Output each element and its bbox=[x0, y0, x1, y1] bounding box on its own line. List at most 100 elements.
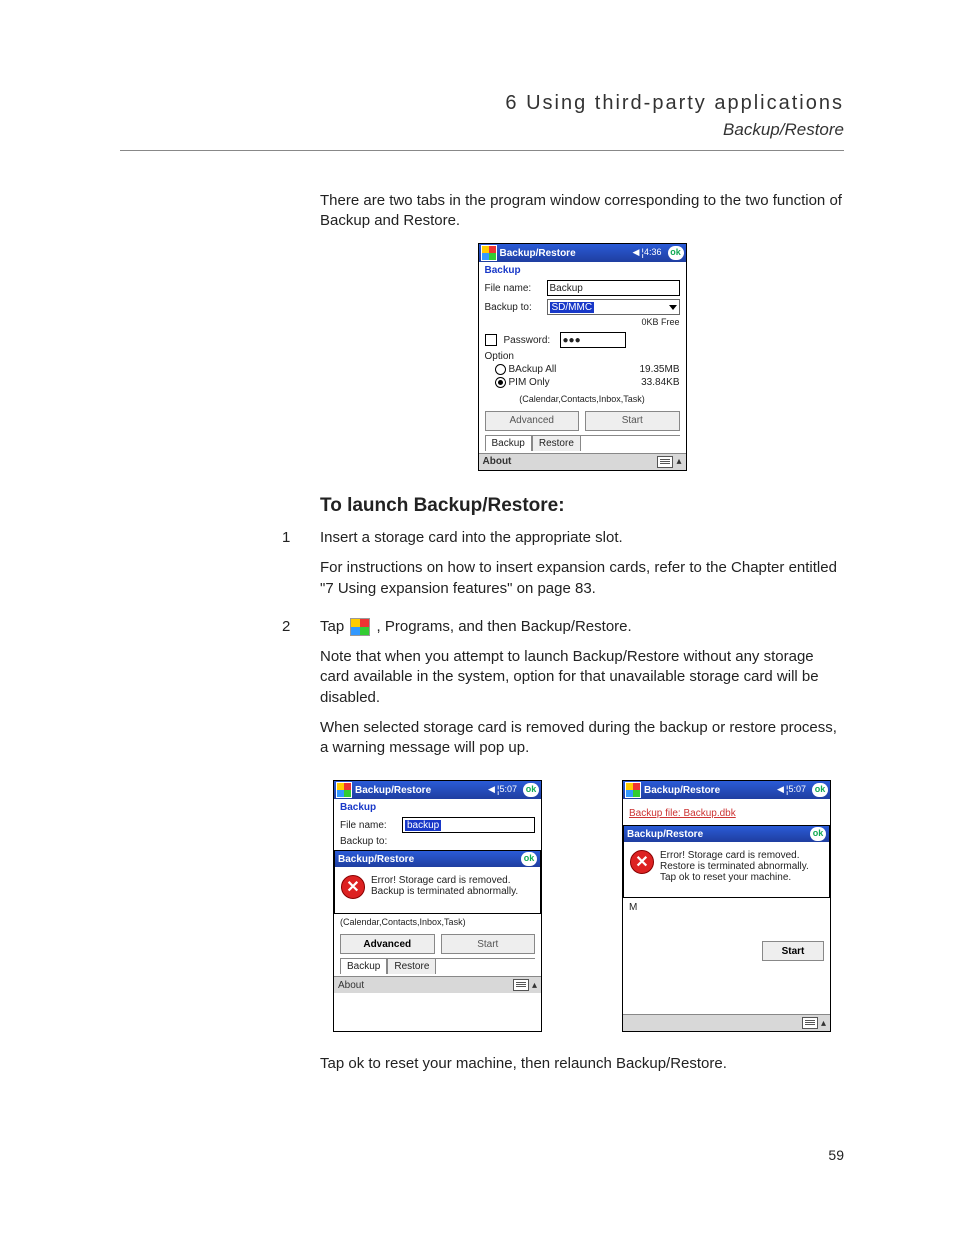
option-backup-all: BAckup All 19.35MB bbox=[495, 364, 680, 375]
header-rule bbox=[120, 150, 844, 151]
advanced-button[interactable]: Advanced bbox=[485, 411, 580, 431]
dialog-ok-button[interactable]: ok bbox=[521, 852, 537, 866]
app-title: Backup/Restore bbox=[355, 785, 431, 796]
section-title: Backup/Restore bbox=[120, 119, 844, 142]
filename-input[interactable]: backup bbox=[402, 817, 535, 833]
button-row: Start bbox=[629, 941, 824, 961]
clock: 4:36 bbox=[644, 248, 662, 258]
window-body: Backup File name: backup Backup to: Back… bbox=[334, 799, 541, 976]
step-2b: Note that when you attempt to launch Bac… bbox=[320, 647, 844, 708]
backupto-row: Backup to: bbox=[340, 836, 535, 847]
signal-icon bbox=[786, 785, 787, 796]
backupto-combo[interactable]: SD/MMC bbox=[547, 299, 680, 315]
backupto-label: Backup to: bbox=[340, 836, 398, 847]
ok-button[interactable]: ok bbox=[812, 783, 828, 797]
figure-1-wrap: Backup/Restore 4:36 ok Backup File name:… bbox=[320, 243, 844, 470]
backupto-row: Backup to: SD/MMC bbox=[485, 299, 680, 315]
app-title: Backup/Restore bbox=[644, 785, 720, 796]
step-1: 1 Insert a storage card into the appropr… bbox=[320, 528, 844, 609]
filename-input[interactable]: Backup bbox=[547, 280, 680, 296]
tab-strip: Backup Restore bbox=[485, 435, 680, 451]
status-area: 5:07 bbox=[488, 785, 517, 796]
footer-bar: About bbox=[334, 976, 541, 993]
radio-backup-all[interactable] bbox=[495, 364, 506, 375]
dialog-title: Backup/Restore bbox=[627, 829, 703, 840]
pim-only-size: 33.84KB bbox=[641, 377, 679, 388]
titlebar: Backup/Restore 4:36 ok bbox=[479, 244, 686, 262]
signal-icon bbox=[497, 785, 498, 796]
filename-row: File name: backup bbox=[340, 817, 535, 833]
filename-row: File name: Backup bbox=[485, 280, 680, 296]
filename-label: File name: bbox=[340, 820, 398, 831]
button-row: Advanced Start bbox=[485, 411, 680, 431]
footer-icons bbox=[657, 456, 681, 468]
password-row: Password: ●●● bbox=[485, 332, 680, 348]
up-arrow-icon[interactable] bbox=[532, 980, 537, 991]
page-header: 6 Using third-party applications Backup/… bbox=[120, 90, 844, 142]
up-arrow-icon[interactable] bbox=[821, 1018, 826, 1029]
windows-icon bbox=[336, 782, 352, 798]
error-icon: ✕ bbox=[630, 850, 654, 874]
windows-icon bbox=[625, 782, 641, 798]
speaker-icon bbox=[632, 248, 639, 258]
password-checkbox[interactable] bbox=[485, 334, 497, 346]
advanced-button[interactable]: Advanced bbox=[340, 934, 435, 954]
backupto-label: Backup to: bbox=[485, 302, 543, 313]
error-dialog: Backup/Restore ok ✕ Error! Storage card … bbox=[334, 850, 541, 914]
up-arrow-icon[interactable] bbox=[676, 456, 681, 467]
start-button[interactable]: Start bbox=[762, 941, 824, 961]
footer-icons bbox=[802, 1017, 826, 1029]
page: 6 Using third-party applications Backup/… bbox=[0, 0, 954, 1235]
tab-restore[interactable]: Restore bbox=[532, 435, 581, 451]
option-label: Option bbox=[485, 351, 680, 362]
windows-icon bbox=[481, 245, 497, 261]
step-2a: Tap , Programs, and then Backup/Restore. bbox=[320, 617, 844, 637]
status-area: 4:36 bbox=[632, 248, 661, 259]
dialog-ok-button[interactable]: ok bbox=[810, 827, 826, 841]
status-area: 5:07 bbox=[777, 785, 806, 796]
step-1b: For instructions on how to insert expans… bbox=[320, 558, 844, 599]
ok-button[interactable]: ok bbox=[668, 246, 684, 260]
page-number: 59 bbox=[828, 1146, 844, 1165]
password-input[interactable]: ●●● bbox=[560, 332, 626, 348]
body-column: There are two tabs in the program window… bbox=[320, 191, 844, 1075]
start-button[interactable]: Start bbox=[585, 411, 680, 431]
step-1a: Insert a storage card into the appropria… bbox=[320, 528, 844, 548]
figure-1: Backup/Restore 4:36 ok Backup File name:… bbox=[478, 243, 687, 470]
footer-about[interactable]: About bbox=[338, 980, 364, 991]
section-label: Backup bbox=[485, 265, 680, 276]
dialog-body: ✕ Error! Storage card is removed. Backup… bbox=[335, 867, 540, 913]
radio-pim-only[interactable] bbox=[495, 377, 506, 388]
tab-backup[interactable]: Backup bbox=[485, 435, 532, 451]
dialog-titlebar: Backup/Restore ok bbox=[335, 851, 540, 867]
start-button[interactable]: Start bbox=[441, 934, 536, 954]
clock: 5:07 bbox=[499, 785, 517, 795]
side-char: M bbox=[629, 902, 824, 913]
backup-file-line: Backup file: Backup.dbk bbox=[629, 808, 824, 819]
chevron-down-icon bbox=[669, 305, 677, 310]
keyboard-icon[interactable] bbox=[513, 979, 529, 991]
step-2: 2 Tap , Programs, and then Backup/Restor… bbox=[320, 617, 844, 769]
password-label: Password: bbox=[504, 335, 556, 346]
filename-label: File name: bbox=[485, 283, 543, 294]
windows-start-icon bbox=[350, 618, 370, 636]
window-body: Backup File name: Backup Backup to: SD/M… bbox=[479, 262, 686, 452]
tab-backup[interactable]: Backup bbox=[340, 958, 387, 974]
option-pim-only: PIM Only 33.84KB bbox=[495, 377, 680, 388]
free-space: 0KB Free bbox=[485, 318, 680, 328]
speaker-icon bbox=[777, 785, 784, 795]
footer-about[interactable]: About bbox=[483, 456, 512, 467]
dialog-title: Backup/Restore bbox=[338, 854, 414, 865]
option-note: (Calendar,Contacts,Inbox,Task) bbox=[485, 395, 680, 405]
option-note: (Calendar,Contacts,Inbox,Task) bbox=[340, 918, 535, 928]
footer-bar: About bbox=[479, 453, 686, 470]
tab-strip: Backup Restore bbox=[340, 958, 535, 974]
signal-icon bbox=[641, 248, 642, 259]
footer-icons bbox=[513, 979, 537, 991]
keyboard-icon[interactable] bbox=[802, 1017, 818, 1029]
tab-restore[interactable]: Restore bbox=[387, 958, 436, 974]
footer-bar bbox=[623, 1014, 830, 1031]
titlebar: Backup/Restore 5:07 ok bbox=[334, 781, 541, 799]
ok-button[interactable]: ok bbox=[523, 783, 539, 797]
keyboard-icon[interactable] bbox=[657, 456, 673, 468]
